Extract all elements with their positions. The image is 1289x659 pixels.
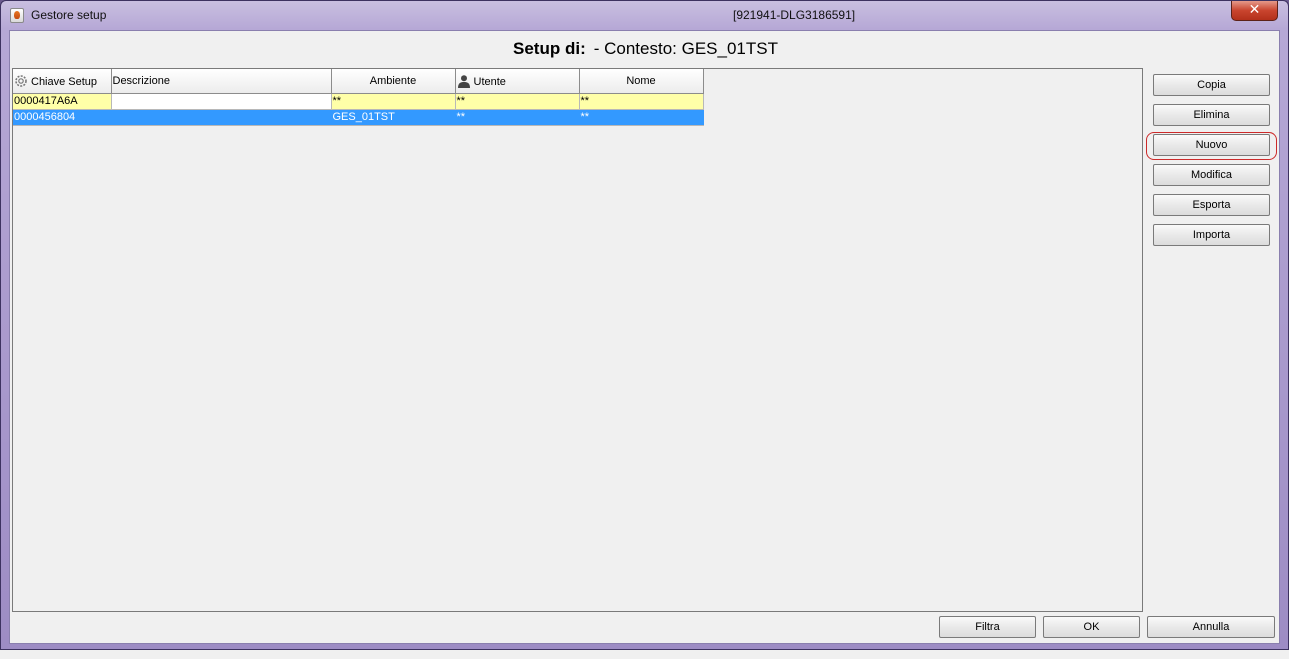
column-header-chiave[interactable]: Chiave Setup [13,69,112,94]
column-label: Chiave Setup [31,75,98,88]
dialog-window: Gestore setup [921941-DLG3186591] ✕ Setu… [0,0,1289,650]
column-header-nome[interactable]: Nome [579,69,704,94]
table-header-row: Chiave Setup Descrizione Ambiente Utente… [13,69,704,94]
column-label: Descrizione [112,74,170,87]
cell-descrizione[interactable] [111,93,332,110]
copia-button[interactable]: Copia [1153,74,1270,96]
window-title: Gestore setup [31,8,107,22]
cell-nome[interactable]: ** [579,109,704,126]
filtra-button[interactable]: Filtra [939,616,1036,638]
user-icon [457,74,470,88]
context-label: - Contesto: GES_01TST [593,39,778,58]
setup-table-panel[interactable]: Chiave Setup Descrizione Ambiente Utente… [12,68,1143,612]
gear-icon [15,74,27,87]
modifica-button[interactable]: Modifica [1153,164,1270,186]
dialog-id-label: [921941-DLG3186591] [733,8,856,22]
cell-chiave[interactable]: 0000456804 [13,109,112,126]
java-app-icon [10,8,24,23]
dialog-content: Setup di: - Contesto: GES_01TST Chiave Se… [9,30,1280,644]
elimina-button[interactable]: Elimina [1153,104,1270,126]
close-icon: ✕ [1248,2,1261,18]
column-header-utente[interactable]: Utente [455,69,580,94]
cell-chiave[interactable]: 0000417A6A [13,93,112,110]
title-bar[interactable]: Gestore setup [921941-DLG3186591] ✕ [1,1,1288,30]
cell-utente[interactable]: ** [455,109,580,126]
esporta-button[interactable]: Esporta [1153,194,1270,216]
cell-descrizione[interactable] [111,109,332,126]
importa-button[interactable]: Importa [1153,224,1270,246]
table-row[interactable]: 0000417A6A ** ** ** [13,93,704,110]
cell-ambiente[interactable]: GES_01TST [331,109,456,126]
column-header-descrizione[interactable]: Descrizione [111,69,332,94]
cell-utente[interactable]: ** [455,93,580,110]
column-label: Nome [626,74,656,87]
page-title: Setup di: - Contesto: GES_01TST [10,39,1281,59]
background-strip [0,650,1289,659]
cell-nome[interactable]: ** [579,93,704,110]
table-row-selected[interactable]: 0000456804 GES_01TST ** ** [13,109,704,126]
cell-ambiente[interactable]: ** [331,93,456,110]
column-header-ambiente[interactable]: Ambiente [331,69,456,94]
setup-table[interactable]: Chiave Setup Descrizione Ambiente Utente… [13,69,704,126]
close-button[interactable]: ✕ [1231,1,1278,21]
column-label: Ambiente [369,74,417,87]
column-label: Utente [473,75,506,88]
ok-button[interactable]: OK [1043,616,1140,638]
annulla-button[interactable]: Annulla [1147,616,1275,638]
setup-label: Setup di: [513,39,586,58]
nuovo-button[interactable]: Nuovo [1153,134,1270,156]
